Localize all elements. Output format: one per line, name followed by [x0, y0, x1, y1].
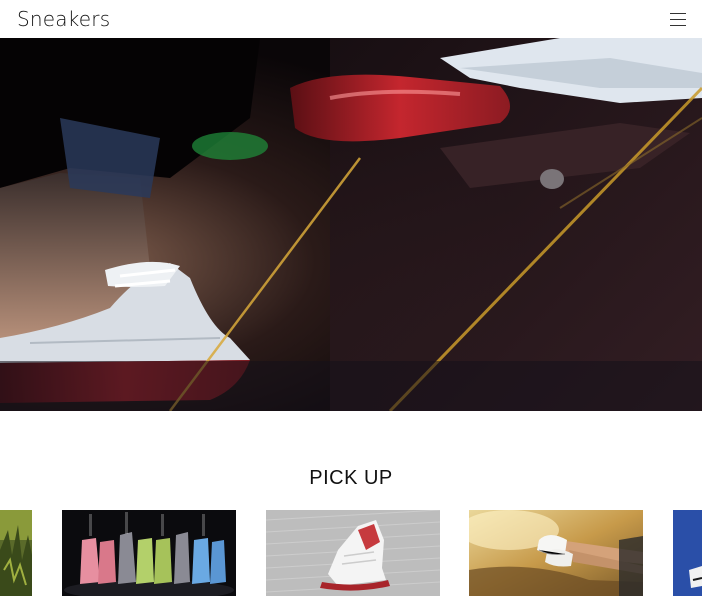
colorful-sneakers-row-photo [62, 510, 236, 596]
pickup-card[interactable] [266, 510, 440, 596]
site-header: Sneakers [0, 0, 702, 38]
white-sneakers-crossed-legs-photo [469, 510, 643, 596]
pickup-card[interactable] [62, 510, 236, 596]
pickup-card[interactable] [673, 510, 702, 596]
pickup-card[interactable] [469, 510, 643, 596]
menu-line [670, 24, 686, 26]
pickup-carousel[interactable] [0, 510, 702, 596]
site-logo[interactable]: Sneakers [17, 9, 110, 29]
menu-line [670, 18, 686, 20]
grass-sneakers-photo [0, 510, 32, 596]
hamburger-menu-icon[interactable] [670, 12, 686, 26]
white-red-high-top-sneaker-photo [266, 510, 440, 596]
hero-image [0, 38, 702, 411]
pickup-section-title: PICK UP [309, 467, 393, 489]
hero-photo-illustration [0, 38, 702, 411]
menu-line [670, 12, 686, 14]
pickup-card[interactable] [0, 510, 32, 596]
page: Sneakers PICK UP [0, 0, 702, 612]
blue-sneaker-photo [673, 510, 702, 596]
